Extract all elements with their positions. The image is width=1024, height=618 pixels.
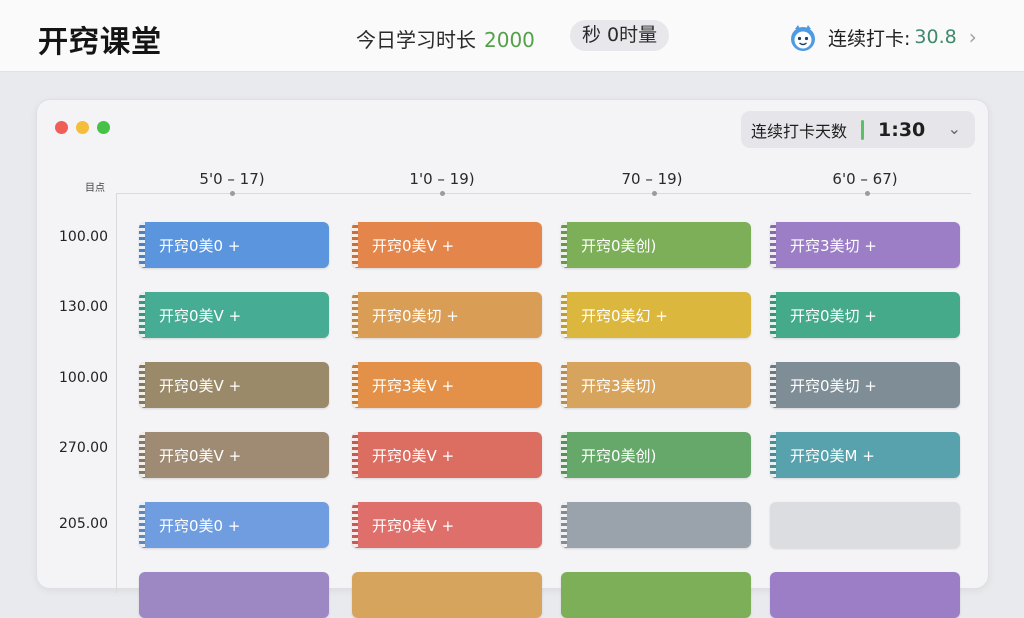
course-card[interactable] (561, 572, 751, 618)
column-header: 70 – 19) (621, 170, 683, 188)
course-card[interactable]: 开窍0美V + (352, 502, 542, 548)
streak-widget[interactable]: 连续打卡: 30.8 › (788, 20, 977, 54)
column-tick (865, 191, 870, 196)
course-card[interactable] (352, 572, 542, 618)
row-label: 205.00 (59, 516, 108, 532)
row-label: 100.00 (59, 229, 108, 245)
column-tick (230, 191, 235, 196)
course-card[interactable]: 开窍0美创) (561, 222, 751, 268)
axis-label: 目点 (85, 183, 105, 194)
course-card[interactable]: 开窍0美V + (352, 222, 542, 268)
dropdown-label: 连续打卡天数 (751, 121, 848, 141)
row-label: 100.00 (59, 370, 108, 386)
study-time-value: 2000 (484, 28, 535, 52)
course-card[interactable]: 开窍0美创) (561, 432, 751, 478)
chevron-right-icon[interactable]: › (969, 25, 977, 49)
time-unit-pill[interactable]: 秒 0时量 (570, 20, 670, 51)
column-tick (440, 191, 445, 196)
column-tick (652, 191, 657, 196)
course-card[interactable]: 开窍0美幻 + (561, 292, 751, 338)
course-card[interactable]: 开窍0美V + (352, 432, 542, 478)
mascot-icon (791, 25, 815, 51)
streak-label: 连续打卡: (828, 27, 911, 50)
course-card[interactable] (770, 502, 960, 548)
close-window-button[interactable] (55, 121, 68, 134)
course-card[interactable]: 开窍0美V + (139, 292, 329, 338)
course-card[interactable]: 开窍0美V + (139, 432, 329, 478)
row-axis-line (116, 193, 117, 593)
column-header: 5'0 – 17) (199, 170, 265, 188)
column-header: 6'0 – 67) (832, 170, 898, 188)
schedule-window: 连续打卡天数 1:30 ⌄ 目点 5'0 – 17) 1'0 – 19) 70 … (36, 99, 989, 618)
streak-days-dropdown[interactable]: 连续打卡天数 1:30 ⌄ (741, 111, 975, 148)
course-card[interactable]: 开窍3美切 + (770, 222, 960, 268)
course-card[interactable] (770, 572, 960, 618)
row-label: 270.00 (59, 440, 108, 456)
streak-value: 30.8 (914, 26, 957, 48)
course-card[interactable] (139, 572, 329, 618)
study-time-label: 今日学习时长 (356, 28, 476, 52)
maximize-window-button[interactable] (97, 121, 110, 134)
column-header: 1'0 – 19) (409, 170, 475, 188)
row-label: 130.00 (59, 299, 108, 315)
top-bar: 开窍课堂 今日学习时长 2000 秒 0时量 连续打卡: 30.8 › (0, 0, 1024, 72)
course-card[interactable]: 开窍0美M + (770, 432, 960, 478)
course-card[interactable]: 开窍3美V + (352, 362, 542, 408)
course-card[interactable]: 开窍0美0 + (139, 502, 329, 548)
dropdown-time: 1:30 (878, 118, 926, 141)
course-card[interactable] (561, 502, 751, 548)
minimize-window-button[interactable] (76, 121, 89, 134)
course-card[interactable]: 开窍0美切 + (352, 292, 542, 338)
header-divider (117, 193, 971, 194)
chevron-down-icon: ⌄ (947, 119, 961, 138)
course-card[interactable]: 开窍0美0 + (139, 222, 329, 268)
course-card[interactable]: 开窍0美V + (139, 362, 329, 408)
progress-indicator (861, 119, 865, 140)
brand-title: 开窍课堂 (38, 25, 162, 60)
course-card[interactable]: 开窍3美切) (561, 362, 751, 408)
course-card[interactable]: 开窍0美切 + (770, 292, 960, 338)
course-card[interactable]: 开窍0美切 + (770, 362, 960, 408)
study-time-display: 今日学习时长 2000 (356, 24, 535, 53)
